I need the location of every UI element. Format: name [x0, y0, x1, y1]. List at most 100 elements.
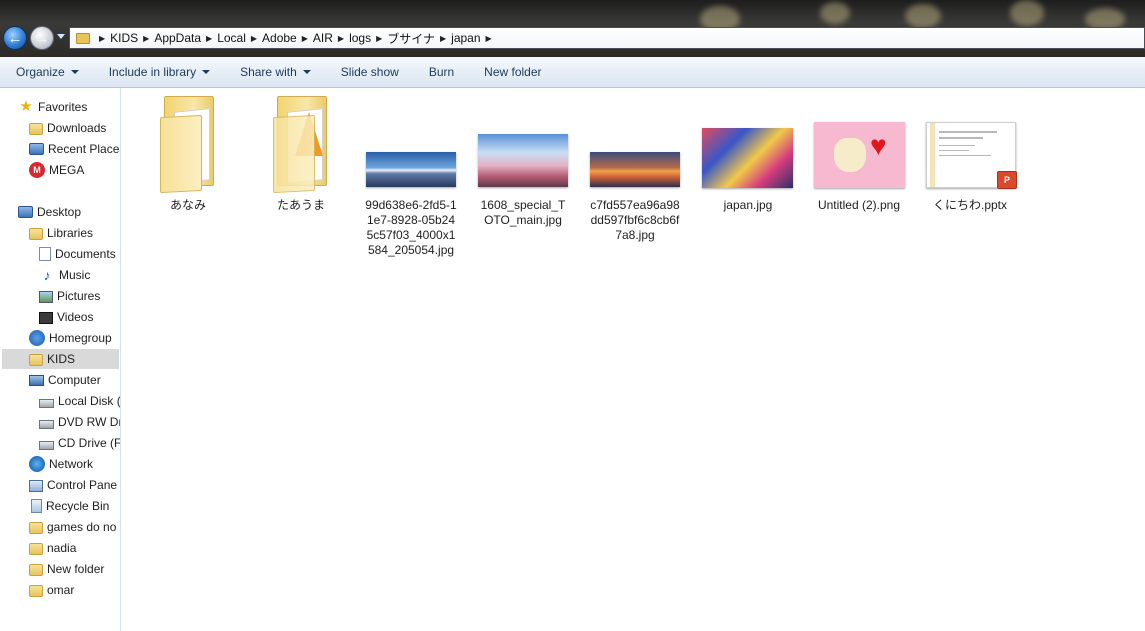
image-thumbnail [585, 88, 685, 198]
sidebar-item-libraries[interactable]: Libraries [29, 223, 120, 243]
sidebar-item-kids[interactable]: KIDS [2, 349, 119, 369]
breadcrumb: ▶ KIDS ▶ AppData ▶ Local ▶ Adobe ▶ AIR ▶… [94, 28, 497, 48]
include-in-library-button[interactable]: Include in library [93, 65, 224, 79]
back-button[interactable]: ← [3, 26, 27, 50]
breadcrumb-separator-icon[interactable]: ▶ [338, 34, 344, 43]
breadcrumb-busaina[interactable]: ブサイナ [387, 30, 435, 47]
image-thumbnail [361, 88, 461, 198]
organize-label: Organize [16, 65, 65, 79]
sidebar-item-documents[interactable]: Documents [39, 244, 120, 264]
sidebar-item-nadia[interactable]: nadia [29, 538, 120, 558]
command-bar: Organize Include in library Share with S… [0, 57, 1145, 88]
sidebar-item-label: Desktop [37, 205, 82, 219]
file-item-folder[interactable]: たあうま [251, 88, 351, 213]
breadcrumb-separator-icon[interactable]: ▶ [440, 34, 446, 43]
sidebar-item-mega[interactable]: M MEGA [29, 160, 120, 180]
sidebar-item-label: Libraries [47, 226, 94, 240]
dropdown-arrow-icon [70, 70, 79, 74]
file-name: japan.jpg [723, 198, 773, 212]
cd-drive-icon [39, 441, 54, 450]
sidebar-item-pictures[interactable]: Pictures [39, 286, 120, 306]
window-titlebar: ← → ▶ KIDS ▶ AppData ▶ Local ▶ Adobe ▶ A… [0, 0, 1145, 57]
sidebar-item-label: KIDS [47, 352, 76, 366]
breadcrumb-separator-icon[interactable]: ▶ [251, 34, 257, 43]
breadcrumb-separator-icon[interactable]: ▶ [376, 34, 382, 43]
folder-thumbnail [138, 88, 238, 198]
sidebar-item-videos[interactable]: Videos [39, 307, 120, 327]
sidebar-item-label: DVD RW Dr [58, 415, 121, 429]
sidebar-item-recycle-bin[interactable]: Recycle Bin [29, 496, 120, 516]
music-icon: ♪ [43, 267, 51, 283]
file-name: c7fd557ea96a98dd597fbf6c8cb6f7a8.jpg [590, 198, 680, 242]
organize-button[interactable]: Organize [0, 65, 93, 79]
back-arrow-icon: ← [7, 29, 23, 47]
star-icon: ★ [19, 98, 33, 115]
breadcrumb-appdata[interactable]: AppData [154, 31, 201, 45]
sidebar-item-new-folder[interactable]: New folder [29, 559, 120, 579]
burn-button[interactable]: Burn [413, 65, 468, 79]
pictures-icon [39, 291, 53, 303]
file-list-view: あなみ たあうま 99d638e6-2fd5-11e7-8928-05b245c… [121, 88, 1145, 631]
local-disk-icon [39, 399, 54, 408]
background-bokeh [1010, 0, 1044, 26]
sidebar-item-computer[interactable]: Computer [29, 370, 120, 390]
folder-icon [273, 96, 331, 194]
sidebar-item-cd-drive[interactable]: CD Drive (F [39, 433, 120, 453]
sidebar-item-label: Favorites [38, 100, 88, 114]
tokyo-photo-thumbnail [702, 128, 793, 188]
sidebar-item-homegroup[interactable]: Homegroup [29, 328, 120, 348]
sidebar-item-music[interactable]: ♪ Music [39, 265, 120, 285]
sidebar-item-label: Downloads [47, 121, 107, 135]
sidebar-item-control-panel[interactable]: Control Pane [29, 475, 120, 495]
share-with-button[interactable]: Share with [224, 65, 325, 79]
dropdown-arrow-icon [202, 70, 211, 74]
forward-button[interactable]: → [30, 26, 54, 50]
sidebar-item-label: Control Pane [47, 478, 118, 492]
documents-icon [39, 247, 51, 261]
sidebar-item-label: Local Disk ( [58, 394, 121, 408]
breadcrumb-separator-icon[interactable]: ▶ [143, 34, 149, 43]
sidebar-item-omar[interactable]: omar [29, 580, 120, 600]
image-thumbnail [473, 88, 573, 198]
libraries-icon [29, 228, 43, 240]
sidebar-item-label: Documents [55, 247, 116, 261]
network-icon [29, 456, 45, 472]
sidebar-item-recent-places[interactable]: Recent Places [29, 139, 120, 159]
file-item-image[interactable]: 1608_special_TOTO_main.jpg [473, 88, 573, 228]
file-item-image[interactable]: ♥ Untitled (2).png [809, 88, 909, 213]
breadcrumb-logs[interactable]: logs [349, 31, 371, 45]
breadcrumb-air[interactable]: AIR [313, 31, 333, 45]
file-item-image[interactable]: c7fd557ea96a98dd597fbf6c8cb6f7a8.jpg [585, 88, 685, 243]
file-item-image[interactable]: 99d638e6-2fd5-11e7-8928-05b245c57f03_400… [361, 88, 461, 258]
breadcrumb-japan[interactable]: japan [451, 31, 480, 45]
file-item-image[interactable]: japan.jpg [698, 88, 798, 213]
slide-show-button[interactable]: Slide show [325, 65, 413, 79]
recent-pages-dropdown-icon[interactable] [57, 34, 65, 39]
breadcrumb-separator-icon[interactable]: ▶ [99, 34, 105, 43]
folder-icon [29, 585, 43, 597]
new-folder-button[interactable]: New folder [468, 65, 555, 79]
breadcrumb-separator-icon[interactable]: ▶ [486, 34, 492, 43]
sidebar-item-desktop[interactable]: Desktop [18, 202, 120, 222]
sidebar-item-downloads[interactable]: Downloads [29, 118, 120, 138]
background-bokeh [820, 2, 850, 24]
sidebar-item-games-do-no[interactable]: games do no [29, 517, 120, 537]
sidebar-item-network[interactable]: Network [29, 454, 120, 474]
file-item-presentation[interactable]: P くにちわ.pptx [920, 88, 1020, 213]
breadcrumb-local[interactable]: Local [217, 31, 246, 45]
file-name: くにちわ.pptx [932, 198, 1008, 212]
breadcrumb-kids[interactable]: KIDS [110, 31, 138, 45]
sidebar-item-local-disk[interactable]: Local Disk ( [39, 391, 121, 411]
sidebar-item-dvd-drive[interactable]: DVD RW Dr [39, 412, 121, 432]
breadcrumb-separator-icon[interactable]: ▶ [302, 34, 308, 43]
file-item-folder[interactable]: あなみ [138, 88, 238, 213]
fuji-photo-thumbnail [366, 152, 456, 187]
cat-drawing-thumbnail: ♥ [814, 122, 905, 188]
folder-icon [160, 96, 218, 194]
breadcrumb-adobe[interactable]: Adobe [262, 31, 297, 45]
sidebar-item-label: MEGA [49, 163, 85, 177]
breadcrumb-separator-icon[interactable]: ▶ [206, 34, 212, 43]
address-bar[interactable]: ▶ KIDS ▶ AppData ▶ Local ▶ Adobe ▶ AIR ▶… [69, 27, 1145, 49]
sidebar-item-favorites[interactable]: ★ Favorites [18, 97, 120, 117]
folder-thumbnail [251, 88, 351, 198]
